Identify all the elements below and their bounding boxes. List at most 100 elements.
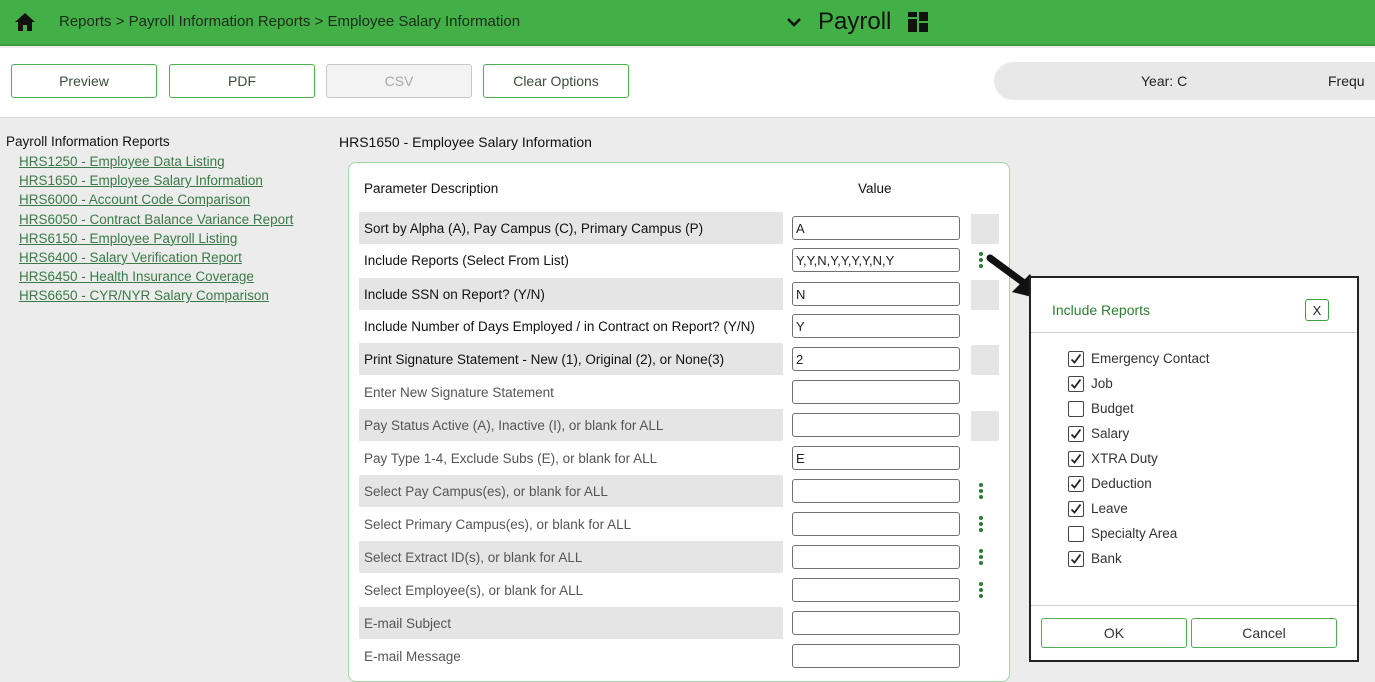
days-employed-field[interactable] — [792, 314, 960, 338]
signature-field[interactable] — [792, 347, 960, 371]
param-label: Enter New Signature Statement — [364, 384, 554, 400]
checkbox-checked[interactable] — [1068, 500, 1084, 517]
cancel-button[interactable]: Cancel — [1191, 618, 1337, 648]
checkbox-checked[interactable] — [1068, 550, 1084, 567]
nav-link-hrs6000[interactable]: HRS6000 - Account Code Comparison — [19, 190, 293, 209]
nav-title: Payroll Information Reports — [6, 134, 170, 149]
close-button[interactable]: X — [1305, 299, 1329, 321]
app-title[interactable]: Payroll — [818, 8, 891, 36]
include-reports-field[interactable] — [792, 248, 960, 272]
dialog-divider — [1031, 332, 1357, 333]
pay-campus-field[interactable] — [792, 479, 960, 503]
row-side-cell — [971, 411, 999, 441]
param-label: Select Extract ID(s), or blank for ALL — [359, 541, 783, 573]
email-subject-field[interactable] — [792, 611, 960, 635]
checkbox-item[interactable]: XTRA Duty — [1068, 446, 1210, 471]
checkbox-unchecked[interactable] — [1068, 400, 1084, 417]
email-message-field[interactable] — [792, 644, 960, 668]
checkbox-item[interactable]: Budget — [1068, 396, 1210, 421]
checkbox-label: XTRA Duty — [1091, 451, 1158, 466]
param-label: Select Pay Campus(es), or blank for ALL — [359, 475, 783, 507]
checkbox-list: Emergency Contact Job Budget Salary XTRA Dut… — [1068, 346, 1210, 571]
check-icon — [1070, 553, 1082, 564]
grid-icon[interactable] — [907, 11, 929, 33]
checkbox-label: Bank — [1091, 551, 1122, 566]
param-label: Select Employee(s), or blank for ALL — [364, 582, 584, 598]
param-row-sort: Sort by Alpha (A), Pay Campus (C), Prima… — [359, 212, 999, 244]
check-icon — [1070, 378, 1082, 389]
nav-link-hrs6050[interactable]: HRS6050 - Contract Balance Variance Repo… — [19, 210, 293, 229]
more-vertical-icon[interactable] — [977, 580, 985, 600]
checkbox-unchecked[interactable] — [1068, 525, 1084, 542]
checkbox-item[interactable]: Job — [1068, 371, 1210, 396]
param-label: E-mail Subject — [359, 607, 783, 639]
sort-field[interactable] — [792, 216, 960, 240]
checkbox-item[interactable]: Bank — [1068, 546, 1210, 571]
check-icon — [1070, 453, 1082, 464]
param-label: E-mail Message — [364, 648, 461, 664]
param-label: Pay Status Active (A), Inactive (I), or … — [359, 409, 783, 441]
new-signature-field[interactable] — [792, 380, 960, 404]
dialog-divider — [1031, 605, 1357, 606]
nav-list: HRS1250 - Employee Data Listing HRS1650 … — [19, 152, 293, 306]
nav-link-hrs1650[interactable]: HRS1650 - Employee Salary Information — [19, 171, 293, 190]
nav-link-hrs1250[interactable]: HRS1250 - Employee Data Listing — [19, 152, 293, 171]
check-icon — [1070, 428, 1082, 439]
param-row-include-reports: Include Reports (Select From List) — [359, 244, 999, 276]
checkbox-label: Deduction — [1091, 476, 1152, 491]
checkbox-label: Leave — [1091, 501, 1128, 516]
param-label: Print Signature Statement - New (1), Ori… — [359, 343, 783, 375]
checkbox-checked[interactable] — [1068, 425, 1084, 442]
checkbox-label: Specialty Area — [1091, 526, 1178, 541]
more-vertical-icon[interactable] — [977, 481, 985, 501]
param-row-extract-id: Select Extract ID(s), or blank for ALL — [359, 541, 999, 573]
param-row-email-subject: E-mail Subject — [359, 607, 999, 639]
nav-link-hrs6450[interactable]: HRS6450 - Health Insurance Coverage — [19, 267, 293, 286]
nav-link-hrs6400[interactable]: HRS6400 - Salary Verification Report — [19, 248, 293, 267]
checkbox-checked[interactable] — [1068, 375, 1084, 392]
primary-campus-field[interactable] — [792, 512, 960, 536]
checkbox-item[interactable]: Deduction — [1068, 471, 1210, 496]
checkbox-label: Emergency Contact — [1091, 351, 1210, 366]
pdf-button[interactable]: PDF — [169, 64, 315, 98]
checkbox-item[interactable]: Emergency Contact — [1068, 346, 1210, 371]
nav-link-hrs6650[interactable]: HRS6650 - CYR/NYR Salary Comparison — [19, 286, 293, 305]
param-row-pay-status: Pay Status Active (A), Inactive (I), or … — [359, 409, 999, 441]
csv-button[interactable]: CSV — [326, 64, 472, 98]
breadcrumb[interactable]: Reports > Payroll Information Reports > … — [59, 13, 520, 30]
checkbox-item[interactable]: Salary — [1068, 421, 1210, 446]
clear-options-button[interactable]: Clear Options — [483, 64, 629, 98]
checkbox-item[interactable]: Specialty Area — [1068, 521, 1210, 546]
pay-type-field[interactable] — [792, 446, 960, 470]
extract-id-field[interactable] — [792, 545, 960, 569]
ssn-field[interactable] — [792, 282, 960, 306]
more-vertical-icon[interactable] — [977, 547, 985, 567]
param-description-header: Parameter Description — [364, 181, 499, 196]
checkbox-label: Job — [1091, 376, 1113, 391]
row-side-cell — [971, 214, 999, 244]
chevron-down-icon[interactable] — [786, 15, 802, 29]
home-icon[interactable] — [14, 12, 36, 32]
pay-status-field[interactable] — [792, 413, 960, 437]
checkbox-item[interactable]: Leave — [1068, 496, 1210, 521]
checkbox-checked[interactable] — [1068, 350, 1084, 367]
param-label: Sort by Alpha (A), Pay Campus (C), Prima… — [359, 212, 783, 244]
check-icon — [1070, 503, 1082, 514]
param-label: Include Reports (Select From List) — [364, 252, 569, 268]
checkbox-label: Budget — [1091, 401, 1134, 416]
nav-link-hrs6150[interactable]: HRS6150 - Employee Payroll Listing — [19, 229, 293, 248]
checkbox-checked[interactable] — [1068, 450, 1084, 467]
check-icon — [1070, 353, 1082, 364]
ok-button[interactable]: OK — [1041, 618, 1187, 648]
param-row-new-signature: Enter New Signature Statement — [359, 376, 999, 408]
frequency-label: Frequ — [1328, 73, 1365, 89]
year-label: Year: C — [1141, 73, 1188, 89]
employee-field[interactable] — [792, 578, 960, 602]
checkbox-checked[interactable] — [1068, 475, 1084, 492]
param-row-ssn: Include SSN on Report? (Y/N) — [359, 278, 999, 310]
row-side-cell — [971, 345, 999, 375]
param-label: Pay Type 1-4, Exclude Subs (E), or blank… — [364, 450, 658, 466]
more-vertical-icon[interactable] — [977, 514, 985, 534]
param-label: Select Primary Campus(es), or blank for … — [364, 516, 632, 532]
preview-button[interactable]: Preview — [11, 64, 157, 98]
